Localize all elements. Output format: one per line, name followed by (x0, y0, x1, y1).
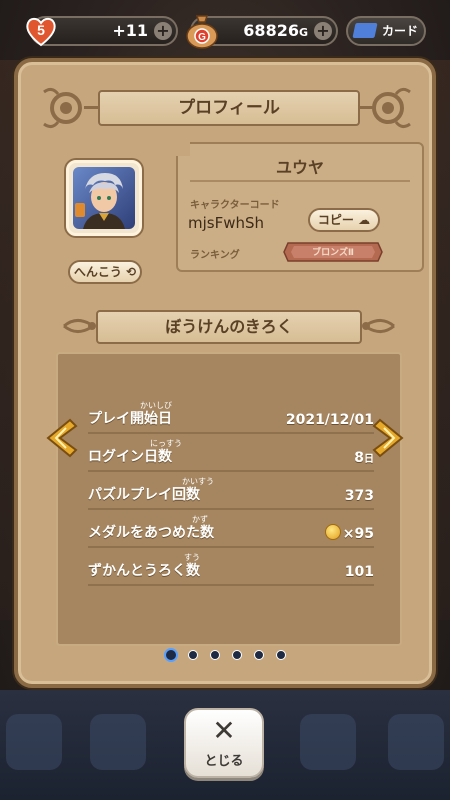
copy-button-label: コピー (317, 213, 354, 227)
background-unit-2 (90, 714, 146, 770)
background-unit-3 (300, 714, 356, 770)
record-ruby: かいすう (182, 477, 214, 486)
character-portrait-icon (75, 173, 125, 229)
avatar-portrait (73, 167, 135, 229)
record-row-encyclopedia: ずかんとうろく数 すう 101 (88, 553, 374, 586)
gold-value: 68826 (243, 21, 299, 40)
record-value-wrap: ×95 (324, 524, 374, 542)
card-button[interactable]: カード (346, 16, 426, 46)
record-ruby: かいしび (140, 401, 172, 410)
player-name: ユウヤ (275, 158, 324, 177)
record-value: ×95 (342, 526, 374, 542)
add-gold-button[interactable]: + (314, 22, 332, 40)
gold-counter: G 68826G + (186, 15, 338, 49)
close-button[interactable]: ✕ とじる (184, 708, 264, 778)
record-value: 373 (344, 488, 374, 504)
record-label: パズルプレイ回数 (88, 487, 200, 503)
page-dot-4[interactable] (232, 650, 242, 660)
record-label: プレイ開始日 (88, 411, 172, 427)
record-label: メダルをあつめた数 (88, 525, 214, 541)
banner-line-right (358, 106, 374, 109)
svg-text:G: G (198, 32, 206, 43)
close-button-label: とじる (204, 754, 244, 769)
page-dot-3[interactable] (210, 650, 220, 660)
gold-unit: G (298, 26, 308, 39)
ranking-label: ランキング (190, 250, 240, 261)
profile-title: プロフィール (98, 90, 360, 126)
change-avatar-button[interactable]: へんこう ⟲ (68, 260, 142, 284)
record-ruby: かず (192, 515, 208, 524)
background-unit-1 (6, 714, 62, 770)
record-row-puzzle-plays: パズルプレイ回数 かいすう 373 (88, 477, 374, 510)
copy-code-button[interactable]: コピー ☁ (308, 208, 380, 232)
page-dot-6[interactable] (276, 650, 286, 660)
card-button-label: カード (382, 24, 419, 38)
avatar[interactable] (66, 160, 142, 236)
record-value: 101 (344, 564, 374, 580)
close-icon: ✕ (212, 714, 236, 747)
record-label: ログイン日数 (88, 449, 172, 465)
hearts-counter: 5 +11 + (26, 16, 178, 47)
records-box: プレイ開始日 かいしび 2021/12/01 ログイン日数 にっすう 8日 パズ… (56, 352, 402, 646)
info-divider (190, 180, 410, 182)
top-status-bar: 5 +11 + G 68826G + カード (0, 10, 450, 54)
profile-info-box: ユウヤ キャラクターコード mjsFwhSh ランキング ブロンズⅡ (176, 142, 424, 272)
page-dot-5[interactable] (254, 650, 264, 660)
add-hearts-button[interactable]: + (154, 22, 172, 40)
hearts-level: 5 (37, 22, 45, 38)
record-label: ずかんとうろく数 (88, 563, 200, 579)
character-code: mjsFwhSh (188, 214, 265, 232)
page-dot-2[interactable] (188, 650, 198, 660)
records-ornament-right-icon (362, 319, 395, 333)
record-ruby: にっすう (150, 439, 182, 448)
next-page-arrow-icon[interactable] (366, 416, 410, 460)
background-unit-4 (388, 714, 444, 770)
previous-page-arrow-icon[interactable] (40, 416, 84, 460)
card-icon (352, 23, 378, 38)
record-value: 8 (354, 450, 364, 466)
change-avatar-label: へんこう (73, 265, 122, 279)
cloud-icon: ☁ (358, 213, 371, 227)
pagination-dots (164, 648, 288, 662)
record-value: 2021/12/01 (285, 412, 374, 428)
records-title: ぼうけんのきろく (96, 310, 362, 344)
page-dot-1[interactable] (164, 648, 178, 662)
heart-icon: 5 (26, 17, 56, 47)
hearts-value: +11 (112, 21, 148, 40)
ranking-badge: ブロンズⅡ (282, 241, 384, 263)
profile-panel: プロフィール へんこう ⟲ ユウヤ キャラクターコード mjsFwhSh ランキ… (14, 58, 436, 688)
ranking-value: ブロンズⅡ (312, 248, 354, 258)
record-ruby: すう (184, 553, 200, 562)
record-row-medals: メダルをあつめた数 かず ×95 (88, 515, 374, 548)
gold-bag-icon: G (186, 15, 218, 49)
records-ornament-left-icon (63, 319, 96, 333)
record-row-start-date: プレイ開始日 かいしび 2021/12/01 (88, 401, 374, 434)
medal-icon (324, 524, 341, 540)
character-code-label: キャラクターコード (190, 200, 280, 211)
refresh-icon: ⟲ (126, 265, 137, 279)
record-row-login-days: ログイン日数 にっすう 8日 (88, 439, 374, 472)
